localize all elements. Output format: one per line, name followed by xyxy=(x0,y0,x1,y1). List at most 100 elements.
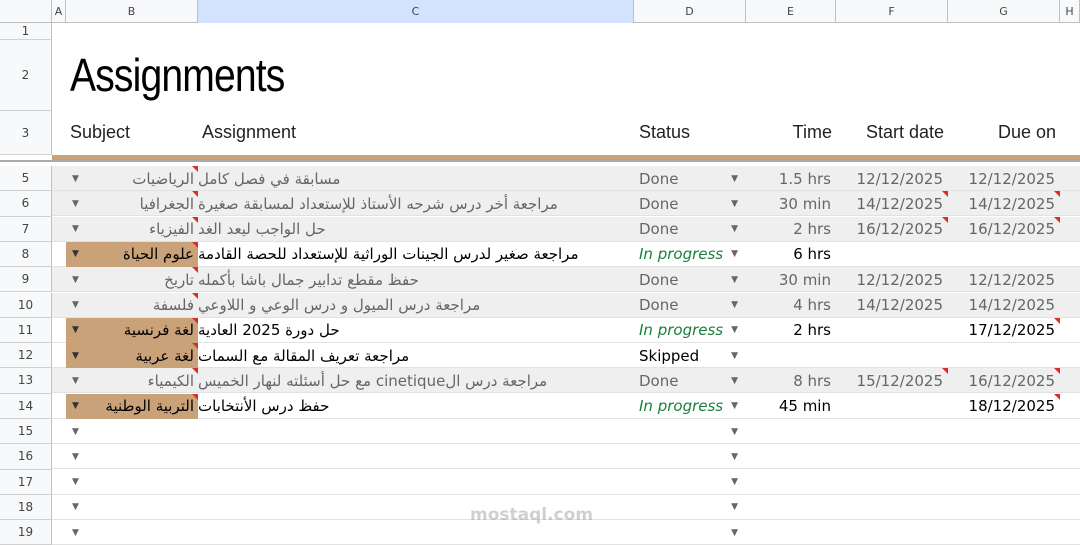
start-cell[interactable] xyxy=(836,242,948,267)
subject-dropdown[interactable]: ▼ xyxy=(66,419,198,444)
select-all-corner[interactable] xyxy=(0,0,52,23)
due-cell[interactable]: 16/12/2025 xyxy=(948,216,1060,242)
row-header-3[interactable]: 3 xyxy=(0,111,52,155)
due-cell[interactable]: 14/12/2025 xyxy=(948,191,1060,216)
subject-dropdown[interactable]: ▼ فلسفة xyxy=(66,292,198,318)
start-cell[interactable] xyxy=(836,318,948,343)
row-header-1[interactable]: 1 xyxy=(0,23,52,40)
assignment-cell[interactable]: مراجعة درس الميول و درس الوعي و اللاوعي xyxy=(198,293,634,318)
row-header-7[interactable]: 7 xyxy=(0,216,52,242)
status-dropdown[interactable]: Done ▼ xyxy=(634,191,746,216)
header-due-on: Due on xyxy=(997,122,1056,142)
status-dropdown[interactable]: In progress ▼ xyxy=(634,318,746,343)
subject-dropdown[interactable]: ▼ xyxy=(66,444,198,469)
subject-dropdown[interactable]: ▼ التربية الوطنية xyxy=(66,393,198,419)
start-cell[interactable]: 12/12/2025 xyxy=(836,267,948,292)
column-header-a[interactable]: A xyxy=(52,0,66,23)
subject-dropdown[interactable]: ▼ لغة فرنسية xyxy=(66,317,198,343)
due-cell[interactable]: 14/12/2025 xyxy=(948,293,1060,318)
subject-dropdown[interactable]: ▼ xyxy=(66,495,198,520)
subject-dropdown[interactable]: ▼ علوم الحياة xyxy=(66,241,198,267)
row-header-9[interactable]: 9 xyxy=(0,267,52,293)
time-cell[interactable]: 30 min xyxy=(746,191,836,216)
row-header-18[interactable]: 18 xyxy=(0,494,52,521)
assignment-cell[interactable]: مراجعة صغير لدرس الجينات الوراثية للإستع… xyxy=(198,242,634,267)
row-header-17[interactable]: 17 xyxy=(0,469,52,495)
subject-dropdown[interactable]: ▼ الجغرافيا xyxy=(66,191,198,216)
status-dropdown[interactable]: ▼ xyxy=(634,520,746,545)
time-cell[interactable]: 30 min xyxy=(746,267,836,292)
assignment-cell[interactable]: مراجعة أخر درس شرحه الأستاذ للإستعداد لم… xyxy=(198,191,634,216)
row-header-10[interactable]: 10 xyxy=(0,292,52,318)
status-dropdown[interactable]: In progress ▼ xyxy=(634,242,746,267)
start-cell[interactable]: 15/12/2025 xyxy=(836,368,948,393)
start-cell[interactable]: 16/12/2025 xyxy=(836,216,948,242)
subject-dropdown[interactable]: ▼ الفيزياء xyxy=(66,216,198,242)
due-cell[interactable]: 12/12/2025 xyxy=(948,267,1060,292)
subject-dropdown[interactable]: ▼ الرياضيات xyxy=(66,166,198,191)
row-header-12[interactable]: 12 xyxy=(0,343,52,369)
subject-dropdown[interactable]: ▼ لغة عربية xyxy=(66,343,198,369)
status-dropdown[interactable]: ▼ xyxy=(634,495,746,520)
status-dropdown[interactable]: Skipped ▼ xyxy=(634,343,746,368)
table-row: ▼ فلسفة مراجعة درس الميول و درس الوعي و ال… xyxy=(52,292,1080,318)
row-header-11[interactable]: 11 xyxy=(0,317,52,344)
status-dropdown[interactable]: ▼ xyxy=(634,419,746,444)
row-header-2[interactable]: 2 xyxy=(0,40,52,111)
assignment-cell[interactable]: مسابقة في فصل كامل xyxy=(198,166,634,191)
column-header-g[interactable]: G xyxy=(948,0,1060,23)
status-dropdown[interactable]: Done ▼ xyxy=(634,267,746,292)
column-header-c[interactable]: C xyxy=(198,0,634,23)
start-cell[interactable] xyxy=(836,394,948,419)
column-header-e[interactable]: E xyxy=(746,0,836,23)
start-cell[interactable] xyxy=(836,343,948,368)
status-dropdown[interactable]: ▼ xyxy=(634,444,746,469)
due-cell[interactable] xyxy=(948,343,1060,368)
column-header-f[interactable]: F xyxy=(836,0,948,23)
time-cell[interactable] xyxy=(746,343,836,368)
row-header-15[interactable]: 15 xyxy=(0,419,52,445)
frozen-row-divider[interactable] xyxy=(0,160,1080,162)
time-cell[interactable]: 6 hrs xyxy=(746,242,836,267)
time-cell[interactable]: 45 min xyxy=(746,394,836,419)
due-cell[interactable]: 17/12/2025 xyxy=(948,317,1060,343)
status-dropdown[interactable]: Done ▼ xyxy=(634,217,746,242)
start-cell[interactable]: 14/12/2025 xyxy=(836,293,948,318)
status-dropdown[interactable]: Done ▼ xyxy=(634,166,746,191)
column-header-d[interactable]: D xyxy=(634,0,746,23)
due-cell[interactable] xyxy=(948,242,1060,267)
row-header-13[interactable]: 13 xyxy=(0,368,52,394)
time-cell[interactable]: 4 hrs xyxy=(746,293,836,318)
status-dropdown[interactable]: ▼ xyxy=(634,470,746,495)
assignment-cell[interactable]: حفظ درس الأنتخابات xyxy=(198,394,634,419)
due-cell[interactable]: 12/12/2025 xyxy=(948,166,1060,191)
start-cell[interactable]: 12/12/2025 xyxy=(836,166,948,191)
time-cell[interactable]: 2 hrs xyxy=(746,318,836,343)
status-dropdown[interactable]: In progress ▼ xyxy=(634,394,746,419)
time-cell[interactable]: 1.5 hrs xyxy=(746,166,836,191)
subject-dropdown[interactable]: ▼ الكيمياء xyxy=(66,368,198,393)
assignment-cell[interactable]: حل الواجب ليعد الغد xyxy=(198,217,634,242)
assignment-cell[interactable]: حل دورة 2025 العادية xyxy=(198,318,634,343)
due-cell[interactable]: 16/12/2025 xyxy=(948,368,1060,393)
row-header-5[interactable]: 5 xyxy=(0,166,52,192)
subject-dropdown[interactable]: ▼ تاريخ xyxy=(66,267,198,292)
row-header-8[interactable]: 8 xyxy=(0,241,52,268)
assignment-cell[interactable]: مراجعة درس الcinetique مع حل أسئلته لنها… xyxy=(198,368,634,393)
time-cell[interactable]: 2 hrs xyxy=(746,217,836,242)
subject-dropdown[interactable]: ▼ xyxy=(66,520,198,545)
subject-dropdown[interactable]: ▼ xyxy=(66,470,198,495)
status-dropdown[interactable]: Done ▼ xyxy=(634,368,746,393)
column-header-b[interactable]: B xyxy=(66,0,198,23)
row-header-19[interactable]: 19 xyxy=(0,520,52,545)
row-header-6[interactable]: 6 xyxy=(0,191,52,217)
assignment-cell[interactable]: حفظ مقطع تدابير جمال باشا بأكمله xyxy=(198,267,634,292)
assignment-cell[interactable]: مراجعة تعريف المقالة مع السمات xyxy=(198,343,634,368)
row-header-16[interactable]: 16 xyxy=(0,444,52,470)
row-header-14[interactable]: 14 xyxy=(0,393,52,419)
start-cell[interactable]: 14/12/2025 xyxy=(836,191,948,216)
status-dropdown[interactable]: Done ▼ xyxy=(634,293,746,318)
due-cell[interactable]: 18/12/2025 xyxy=(948,393,1060,419)
time-cell[interactable]: 8 hrs xyxy=(746,368,836,393)
column-header-h[interactable]: H xyxy=(1060,0,1080,23)
